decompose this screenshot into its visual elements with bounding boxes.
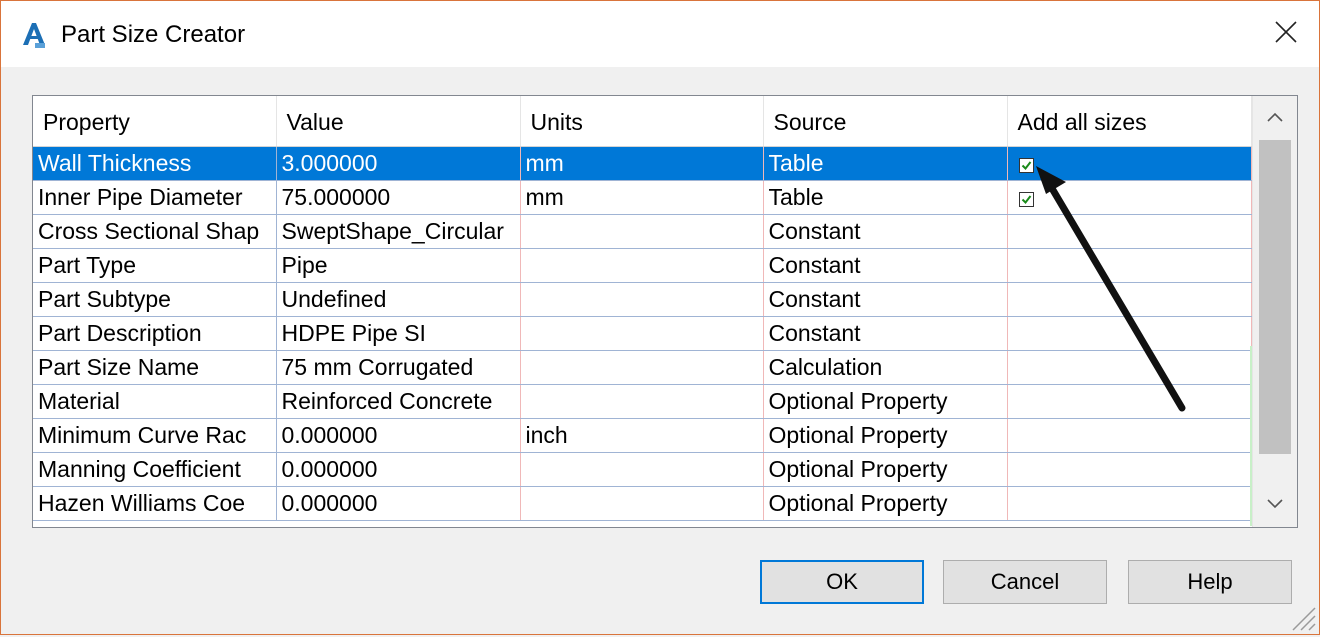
cell-source[interactable]: Constant xyxy=(763,214,1008,249)
column-header-source[interactable]: Source xyxy=(763,96,1008,147)
cell-value[interactable]: Pipe xyxy=(276,248,521,283)
add-all-sizes-checkbox[interactable] xyxy=(1018,158,1034,173)
ok-button[interactable]: OK xyxy=(760,560,924,604)
scroll-down-button[interactable] xyxy=(1253,483,1297,527)
table-row[interactable]: Manning Coefficient 0.000000 Optional Prop… xyxy=(33,452,1252,487)
cell-property: Manning Coefficient xyxy=(33,452,277,487)
column-header-units[interactable]: Units xyxy=(520,96,764,147)
cell-source[interactable]: Constant xyxy=(763,282,1008,317)
cell-add-all-sizes[interactable] xyxy=(1007,248,1252,283)
cell-source[interactable]: Optional Property xyxy=(763,384,1008,419)
cell-value[interactable]: Reinforced Concrete xyxy=(276,384,521,419)
cell-units[interactable] xyxy=(520,350,764,385)
cell-add-all-sizes[interactable] xyxy=(1007,146,1252,181)
cell-units[interactable] xyxy=(520,384,764,419)
title-bar[interactable]: Part Size Creator xyxy=(1,1,1319,67)
cell-add-all-sizes[interactable] xyxy=(1007,452,1252,487)
close-icon xyxy=(1275,20,1297,48)
cell-units[interactable] xyxy=(520,214,764,249)
cell-add-all-sizes[interactable] xyxy=(1007,214,1252,249)
column-header-add-all-sizes[interactable]: Add all sizes xyxy=(1007,96,1252,147)
cell-property: Part Description xyxy=(33,316,277,351)
cell-source[interactable]: Table xyxy=(763,180,1008,215)
cell-add-all-sizes[interactable] xyxy=(1007,180,1252,215)
property-grid[interactable]: Property Value Units Source Add all size… xyxy=(32,95,1298,528)
cell-value[interactable]: 3.000000 xyxy=(276,146,521,181)
cell-property: Part Type xyxy=(33,248,277,283)
cell-value[interactable]: 0.000000 xyxy=(276,418,521,453)
table-row[interactable]: Minimum Curve Rac 0.000000 inch Optional Pr… xyxy=(33,418,1252,453)
cell-property: Wall Thickness xyxy=(33,146,277,181)
cell-add-all-sizes[interactable] xyxy=(1007,384,1252,419)
cell-source[interactable]: Optional Property xyxy=(763,418,1008,453)
table-row[interactable]: Part Size Name 75 mm Corrugated Calculatio… xyxy=(33,350,1252,385)
cell-units[interactable]: mm xyxy=(520,146,764,181)
column-header-value[interactable]: Value xyxy=(276,96,521,147)
cell-units[interactable] xyxy=(520,316,764,351)
property-table: Property Value Units Source Add all size… xyxy=(33,96,1252,521)
cell-add-all-sizes[interactable] xyxy=(1007,316,1252,351)
table-row[interactable]: Part Description HDPE Pipe SI Constant xyxy=(33,316,1252,351)
scroll-thumb[interactable] xyxy=(1259,140,1291,454)
table-row[interactable]: Hazen Williams Coe 0.000000 Optional Prope… xyxy=(33,486,1252,521)
table-row[interactable]: Part Subtype Undefined Constant xyxy=(33,282,1252,317)
cell-source[interactable]: Table xyxy=(763,146,1008,181)
table-row[interactable]: Wall Thickness 3.000000 mm Table xyxy=(33,146,1252,181)
cell-property: Hazen Williams Coe xyxy=(33,486,277,521)
column-header-property[interactable]: Property xyxy=(33,96,277,147)
cell-value[interactable]: Undefined xyxy=(276,282,521,317)
cell-value[interactable]: 75 mm Corrugated xyxy=(276,350,521,385)
scroll-up-button[interactable] xyxy=(1253,96,1297,140)
table-row[interactable]: Material Reinforced Concrete Optional Prop… xyxy=(33,384,1252,419)
cell-source[interactable]: Optional Property xyxy=(763,486,1008,521)
cell-value[interactable]: 0.000000 xyxy=(276,486,521,521)
cell-source[interactable]: Constant xyxy=(763,316,1008,351)
cell-source[interactable]: Calculation xyxy=(763,350,1008,385)
cell-value[interactable]: HDPE Pipe SI xyxy=(276,316,521,351)
cell-value[interactable]: SweptShape_Circular xyxy=(276,214,521,249)
cell-property: Cross Sectional Shap xyxy=(33,214,277,249)
chevron-up-icon xyxy=(1267,109,1283,127)
table-row[interactable]: Cross Sectional Shap SweptShape_Circular C… xyxy=(33,214,1252,249)
cell-units[interactable] xyxy=(520,486,764,521)
cell-units[interactable] xyxy=(520,248,764,283)
window-title: Part Size Creator xyxy=(61,21,246,48)
cell-value[interactable]: 75.000000 xyxy=(276,180,521,215)
cell-add-all-sizes[interactable] xyxy=(1007,282,1252,317)
cell-source[interactable]: Constant xyxy=(763,248,1008,283)
cell-units[interactable]: mm xyxy=(520,180,764,215)
part-size-creator-dialog: Part Size Creator Property Value Units S… xyxy=(0,0,1320,635)
cell-units[interactable]: inch xyxy=(520,418,764,453)
cancel-button[interactable]: Cancel xyxy=(943,560,1107,604)
cell-property: Material xyxy=(33,384,277,419)
close-button[interactable] xyxy=(1253,1,1319,67)
cell-property: Part Subtype xyxy=(33,282,277,317)
cell-property: Part Size Name xyxy=(33,350,277,385)
table-row[interactable]: Part Type Pipe Constant xyxy=(33,248,1252,283)
cell-source[interactable]: Optional Property xyxy=(763,452,1008,487)
help-button[interactable]: Help xyxy=(1128,560,1292,604)
table-row[interactable]: Inner Pipe Diameter 75.000000 mm Table xyxy=(33,180,1252,215)
vertical-scrollbar[interactable] xyxy=(1252,96,1297,527)
cell-add-all-sizes[interactable] xyxy=(1007,350,1252,385)
cell-property: Inner Pipe Diameter xyxy=(33,180,277,215)
chevron-down-icon xyxy=(1267,496,1283,514)
cell-value[interactable]: 0.000000 xyxy=(276,452,521,487)
add-all-sizes-checkbox[interactable] xyxy=(1018,192,1034,207)
cell-add-all-sizes[interactable] xyxy=(1007,418,1252,453)
table-header-row: Property Value Units Source Add all size… xyxy=(33,96,1252,147)
autocad-civil3d-icon xyxy=(21,21,47,49)
cell-units[interactable] xyxy=(520,452,764,487)
resize-grip-icon[interactable] xyxy=(1287,602,1317,632)
cell-units[interactable] xyxy=(520,282,764,317)
cell-property: Minimum Curve Rac xyxy=(33,418,277,453)
cell-add-all-sizes[interactable] xyxy=(1007,486,1252,521)
